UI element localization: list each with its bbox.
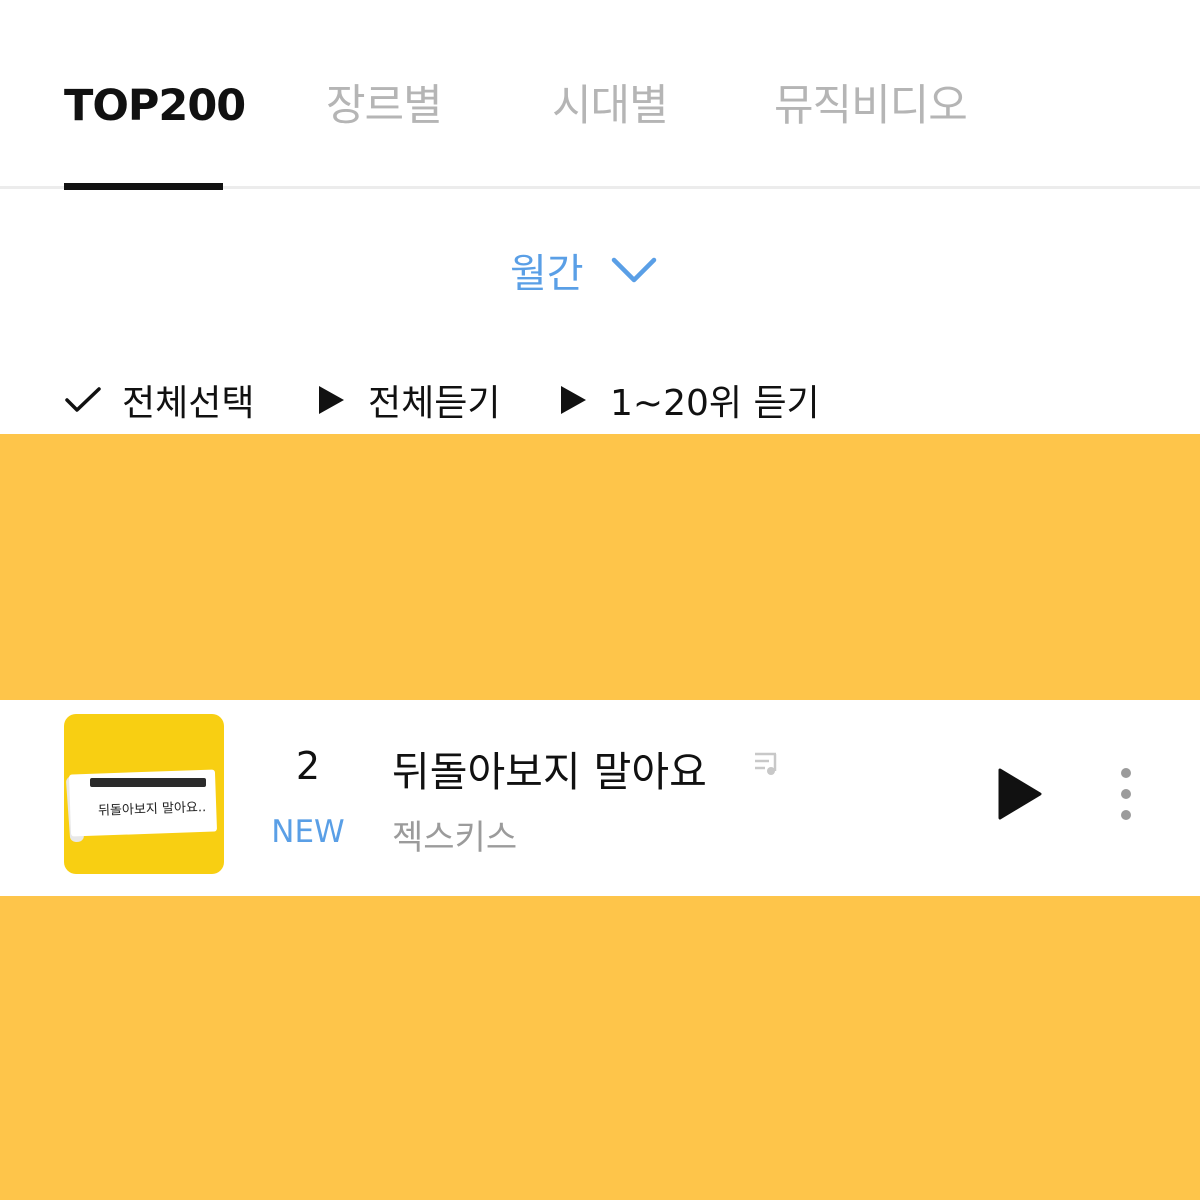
lyrics-icon[interactable] <box>752 748 782 778</box>
select-all-button[interactable]: 전체선택 <box>64 370 254 430</box>
period-label: 월간 <box>510 251 584 297</box>
highlight-band-top <box>0 434 1200 702</box>
tab-era[interactable]: 시대별 <box>552 76 669 136</box>
rank-number: 2 <box>295 744 321 788</box>
play-all-button[interactable]: 전체듣기 <box>316 370 500 430</box>
highlight-band-bottom <box>0 895 1200 1200</box>
play-button[interactable] <box>992 764 1046 824</box>
play-top20-button[interactable]: 1~20위 듣기 <box>558 370 820 430</box>
play-top20-label: 1~20위 듣기 <box>610 383 820 424</box>
cover-title: 뒤돌아보지 말아요.. <box>97 800 207 819</box>
album-cover[interactable]: 뒤돌아보지 말아요.. <box>64 714 224 874</box>
tab-bar: TOP200 장르별 시대별 뮤직비디오 <box>0 0 1200 190</box>
check-icon <box>65 387 101 412</box>
tab-genre[interactable]: 장르별 <box>326 76 443 136</box>
play-all-label: 전체듣기 <box>368 383 501 424</box>
tab-top200[interactable]: TOP200 <box>64 76 246 136</box>
chevron-down-icon <box>611 257 656 283</box>
period-dropdown[interactable]: 월간 <box>510 240 658 300</box>
play-icon <box>561 386 586 414</box>
artist-name[interactable]: 젝스키스 <box>392 810 517 859</box>
cover-strip <box>90 778 206 787</box>
play-icon <box>319 386 344 414</box>
tab-music-video[interactable]: 뮤직비디오 <box>774 76 968 136</box>
chart-row[interactable]: 뒤돌아보지 말아요.. 2 NEW 뒤돌아보지 말아요 젝스키스 <box>0 700 1200 896</box>
select-all-label: 전체선택 <box>122 383 255 424</box>
active-tab-indicator <box>64 183 223 190</box>
new-badge: NEW <box>271 814 345 850</box>
song-title[interactable]: 뒤돌아보지 말아요 <box>392 738 707 798</box>
more-vertical-icon[interactable] <box>1108 764 1144 824</box>
